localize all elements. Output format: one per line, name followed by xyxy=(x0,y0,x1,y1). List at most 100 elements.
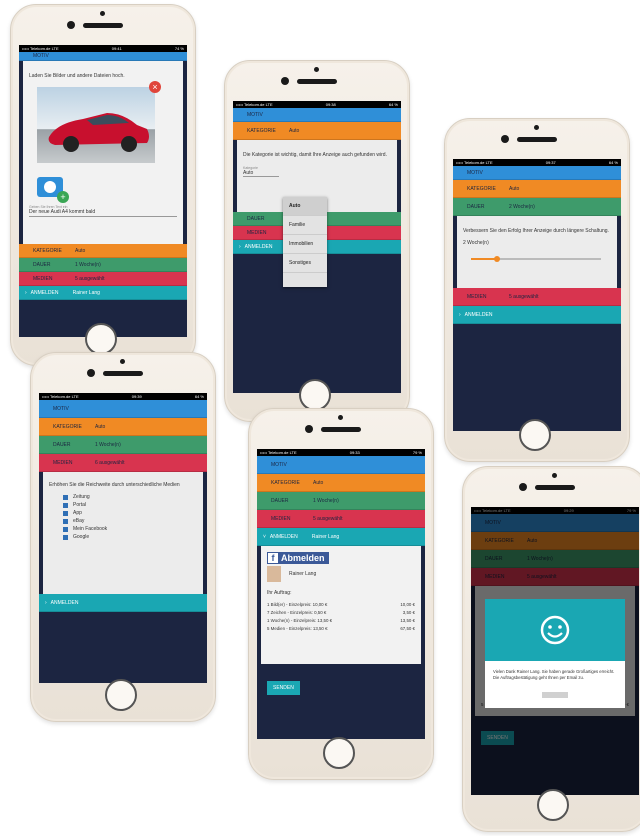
option-sonstiges[interactable]: Sonstiges xyxy=(283,253,327,272)
screen: ••••• Telekom.de LTE 09:38 64 % MOTIV KATE… xyxy=(233,101,401,393)
facebook-icon: f xyxy=(268,553,278,563)
front-camera xyxy=(501,135,509,143)
order-title: Ihr Auftrag: xyxy=(267,590,292,596)
kategorie-bar[interactable]: KATEGORIEAuto xyxy=(39,418,207,436)
category-select[interactable]: Auto xyxy=(243,170,279,177)
upload-panel: Laden Sie Bilder und andere Dateien hoch… xyxy=(23,61,183,244)
option-auto[interactable]: Auto xyxy=(283,197,327,215)
checkbox-checked-icon xyxy=(63,510,68,516)
duration-value: 2 Woche(n) xyxy=(463,240,489,246)
motiv-bar[interactable]: MOTIV xyxy=(233,108,401,122)
checkbox-portal[interactable]: Portal xyxy=(63,502,197,508)
chevron-right-icon: › xyxy=(459,311,461,318)
checkbox-google[interactable]: Google xyxy=(63,534,197,540)
front-camera xyxy=(87,369,95,377)
upload-intro: Laden Sie Bilder und andere Dateien hoch… xyxy=(29,73,125,79)
sensor-dot xyxy=(534,125,539,130)
option-empty[interactable] xyxy=(283,272,327,287)
screen: ••••• Telekom.de LTE09:2979 % MOTIV KATE… xyxy=(471,507,639,795)
checkbox-checked-icon xyxy=(63,494,68,500)
chevron-down-icon: ˅ xyxy=(263,533,266,540)
kategorie-bar[interactable]: KATEGORIEAuto xyxy=(453,180,621,198)
kategorie-bar[interactable]: KATEGORIEAuto xyxy=(19,244,187,258)
phone-confirmation: ••••• Telekom.de LTE09:2979 % MOTIV KATE… xyxy=(462,466,640,832)
motiv-bar[interactable]: MOTIV xyxy=(39,400,207,418)
sensor-dot xyxy=(338,415,343,420)
order-row: 1 Bild(er) - Einzelpreis: 10,00 €10,00 € xyxy=(267,602,415,607)
sensor-dot xyxy=(314,67,319,72)
order-row: 5 Medien - Einzelpreis: 13,50 €67,50 € xyxy=(267,626,415,631)
status-bar: ••••• Telekom.de LTE 09:41 74 % xyxy=(19,45,187,52)
checkbox-facebook[interactable]: Mein Facebook xyxy=(63,526,197,532)
checkbox-checked-icon xyxy=(63,502,68,508)
order-row: 7 Zeichen - Einzelpreis: 0,50 €3,50 € xyxy=(267,610,415,615)
car-icon xyxy=(48,113,149,152)
facebook-logout-button[interactable]: f Abmelden xyxy=(267,552,329,564)
dauer-bar[interactable]: DAUER1 Woche(n) xyxy=(39,436,207,454)
duration-slider[interactable] xyxy=(471,256,601,262)
chevron-right-icon: › xyxy=(25,289,27,296)
modal-ok-button[interactable] xyxy=(542,691,568,698)
phone-duration: ••••• Telekom.de LTE 09:37 64 % MOTIV KATE… xyxy=(444,118,630,462)
screen: ••••• Telekom.de LTE 09:33 79 % MOTIV KATE… xyxy=(257,449,425,739)
home-button[interactable] xyxy=(323,737,355,769)
order-row: 1 Woche(n) - Einzelpreis: 13,50 €13,50 € xyxy=(267,618,415,623)
smiley-icon xyxy=(540,615,570,645)
medien-bar[interactable]: MEDIEN5 ausgewählt xyxy=(19,272,187,286)
slider-thumb[interactable] xyxy=(494,256,500,262)
anmelden-bar[interactable]: › ANMELDEN Rainer Lang xyxy=(19,286,187,300)
avatar xyxy=(267,566,281,582)
kategorie-bar[interactable]: KATEGORIEAuto xyxy=(233,122,401,140)
motiv-bar[interactable]: MOTIV xyxy=(453,166,621,180)
home-button[interactable] xyxy=(85,323,117,355)
home-button[interactable] xyxy=(105,679,137,711)
speaker xyxy=(535,485,575,490)
front-camera xyxy=(519,483,527,491)
medien-bar[interactable]: MEDIEN 6 ausgewählt xyxy=(39,454,207,472)
motiv-bar[interactable]: MOTIV xyxy=(19,52,187,61)
home-button[interactable] xyxy=(537,789,569,821)
camera-button[interactable]: + xyxy=(37,177,69,203)
anmelden-bar[interactable]: ˅ ANMELDEN Rainer Lang xyxy=(257,528,425,546)
category-dropdown: Auto Familie Immobilien Sonstiges xyxy=(283,197,327,287)
medien-bar[interactable]: MEDIEN5 ausgewählt xyxy=(453,288,621,306)
status-bar: ••••• Telekom.de LTE 09:33 79 % xyxy=(257,449,425,456)
add-icon: + xyxy=(57,191,69,203)
home-button[interactable] xyxy=(299,379,331,411)
dauer-bar[interactable]: DAUER1 Woche(n) xyxy=(257,492,425,510)
speaker xyxy=(103,371,143,376)
home-button[interactable] xyxy=(519,419,551,451)
phone-upload: ••••• Telekom.de LTE 09:41 74 % MOTIV Lade… xyxy=(10,4,196,366)
kategorie-bar[interactable]: KATEGORIEAuto xyxy=(257,474,425,492)
checkbox-checked-icon xyxy=(63,534,68,540)
motiv-bar[interactable]: MOTIV xyxy=(257,456,425,474)
medien-bar[interactable]: MEDIEN5 ausgewählt xyxy=(257,510,425,528)
speaker xyxy=(83,23,123,28)
category-help-text: Die Kategorie ist wichtig, damit Ihre An… xyxy=(243,152,387,158)
duration-help-text: Verbessern Sie den Erfolg Ihrer Anzeige … xyxy=(463,228,609,234)
user-row: Rainer Lang xyxy=(267,566,415,582)
checkbox-checked-icon xyxy=(63,526,68,532)
screen: ••••• Telekom.de LTE 09:39 64 % MOTIV KATE… xyxy=(39,393,207,683)
checkbox-zeitung[interactable]: Zeitung xyxy=(63,494,197,500)
option-familie[interactable]: Familie xyxy=(283,215,327,234)
senden-button[interactable]: SENDEN xyxy=(267,681,300,695)
anmelden-bar[interactable]: › ANMELDEN xyxy=(39,594,207,612)
option-immobilien[interactable]: Immobilien xyxy=(283,234,327,253)
phone-category: ••••• Telekom.de LTE 09:38 64 % MOTIV KATE… xyxy=(224,60,410,422)
front-camera xyxy=(281,77,289,85)
media-help-text: Erhöhen Sie die Reichweite durch untersc… xyxy=(49,482,180,488)
sensor-dot xyxy=(100,11,105,16)
status-bar: ••••• Telekom.de LTE 09:39 64 % xyxy=(39,393,207,400)
remove-image-button[interactable]: × xyxy=(149,81,161,93)
front-camera xyxy=(305,425,313,433)
dauer-bar[interactable]: DAUER 2 Woche(n) xyxy=(453,198,621,216)
dauer-bar[interactable]: DAUER1 Woche(n) xyxy=(19,258,187,272)
sensor-dot xyxy=(120,359,125,364)
speaker xyxy=(321,427,361,432)
checkbox-ebay[interactable]: eBay xyxy=(63,518,197,524)
anmelden-bar[interactable]: › ANMELDEN xyxy=(453,306,621,324)
phone-media: ••••• Telekom.de LTE 09:39 64 % MOTIV KATE… xyxy=(30,352,216,722)
text-field[interactable]: Der neue Audi A4 kommt bald xyxy=(29,209,177,217)
checkbox-app[interactable]: App xyxy=(63,510,197,516)
